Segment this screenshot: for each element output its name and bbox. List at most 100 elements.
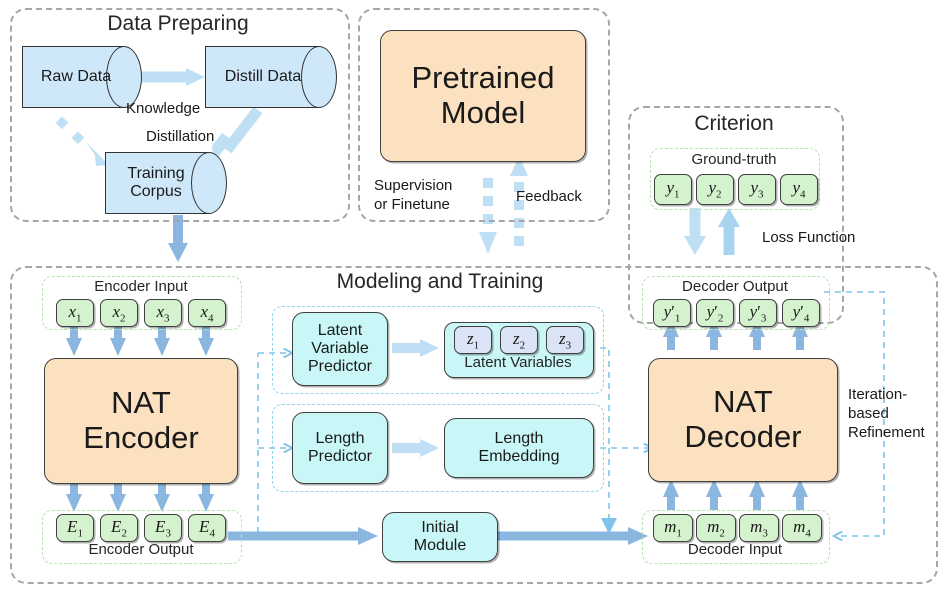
token-sub: 4 (805, 527, 811, 540)
token-encoder-output-4[interactable]: E4 (188, 514, 226, 542)
token-letter: y (708, 178, 717, 198)
length-emb-line2: Embedding (478, 448, 560, 465)
token-letter: E (111, 516, 122, 536)
token-encoder-output-1[interactable]: E1 (56, 514, 94, 542)
label-iteration-refinement: Iteration- based Refinement (848, 386, 925, 442)
latent-variable-predictor-box[interactable]: Latent Variable Predictor (292, 312, 388, 386)
pretrained-model-box[interactable]: Pretrained Model (380, 30, 586, 162)
label-feedback: Feedback (516, 188, 582, 205)
token-sub: 4 (803, 312, 810, 325)
pretrained-line2: Model (440, 95, 526, 130)
group-title-modeling: Modeling and Training (336, 270, 544, 293)
token-groundtruth-3[interactable]: y3 (738, 174, 776, 205)
length-predictor-box[interactable]: Length Predictor (292, 412, 388, 484)
label-decoder-output: Decoder Output (682, 278, 788, 295)
token-decoder-input-2[interactable]: m2 (696, 514, 736, 542)
label-knowledge: Knowledge (126, 100, 201, 117)
token-letter: m (707, 516, 720, 536)
token-latent-2[interactable]: z2 (500, 326, 538, 354)
token-letter: x (200, 301, 209, 321)
cylinder-raw-data[interactable]: Raw Data (22, 46, 142, 108)
label-loss-function: Loss Function (762, 229, 856, 246)
token-letter: E (199, 516, 210, 536)
token-encoder-output-2[interactable]: E2 (100, 514, 138, 542)
length-embedding-box[interactable]: Length Embedding (444, 418, 594, 478)
pretrained-line1: Pretrained (411, 60, 555, 96)
token-sub: 2 (121, 527, 127, 540)
token-sub: 4 (800, 188, 806, 201)
token-latent-3[interactable]: z3 (546, 326, 584, 354)
cylinder-distill-data[interactable]: Distill Data (205, 46, 337, 108)
nat-decoder-line1: NAT (713, 384, 773, 420)
nat-decoder-line2: Decoder (684, 419, 802, 454)
cylinder-label: Raw Data (40, 68, 112, 86)
token-sub: 2 (519, 339, 526, 352)
token-encoder-output-3[interactable]: E3 (144, 514, 182, 542)
group-title-criterion: Criterion (694, 112, 774, 135)
token-decoder-output-4[interactable]: y′4 (782, 299, 820, 327)
label-distillation: Distillation (146, 128, 215, 145)
initial-module-box[interactable]: Initial Module (382, 512, 498, 562)
token-letter: y (750, 178, 759, 198)
token-sub: 4 (208, 312, 214, 325)
token-decoder-input-1[interactable]: m1 (653, 514, 693, 542)
token-letter: z (558, 328, 566, 348)
label-encoder-input: Encoder Input (94, 278, 188, 295)
length-pred-line2: Predictor (307, 448, 373, 465)
token-sub: 1 (77, 527, 83, 540)
refinement-line2: based (848, 404, 889, 422)
token-sub: 3 (164, 312, 170, 325)
initial-line1: Initial (421, 519, 459, 537)
token-groundtruth-2[interactable]: y2 (696, 174, 734, 205)
group-title-data-preparing: Data Preparing (107, 12, 249, 35)
token-decoder-output-1[interactable]: y′1 (653, 299, 691, 327)
cylinder-training-corpus[interactable]: Training Corpus (105, 152, 227, 214)
token-letter: m (793, 516, 806, 536)
token-sub: 1 (676, 527, 682, 540)
token-encoder-input-3[interactable]: x3 (144, 299, 182, 327)
length-emb-line1: Length (494, 430, 544, 448)
corpus-line2: Corpus (130, 183, 182, 200)
token-decoder-output-2[interactable]: y′2 (696, 299, 734, 327)
diagram-canvas: Data Preparing Raw Data Distill Data Tra… (0, 0, 944, 592)
token-sub: 2 (716, 188, 722, 201)
token-letter: E (67, 516, 78, 536)
token-groundtruth-1[interactable]: y1 (654, 174, 692, 205)
token-decoder-input-4[interactable]: m4 (782, 514, 822, 542)
token-sub: 1 (674, 188, 680, 201)
nat-encoder-line2: Encoder (83, 420, 199, 455)
token-sub: 3 (762, 527, 768, 540)
token-sub: 4 (209, 527, 215, 540)
token-encoder-input-4[interactable]: x4 (188, 299, 226, 327)
latent-pred-line1: Latent (317, 322, 363, 340)
token-groundtruth-4[interactable]: y4 (780, 174, 818, 205)
token-sub: 2 (719, 527, 725, 540)
length-pred-line1: Length (315, 430, 365, 448)
token-sub: 3 (165, 527, 171, 540)
nat-encoder-box[interactable]: NAT Encoder (44, 358, 238, 484)
latent-pred-line3: Predictor (307, 357, 373, 375)
label-supervision: Supervision or Finetune (374, 177, 452, 215)
token-sub: 1 (473, 339, 480, 352)
token-encoder-input-2[interactable]: x2 (100, 299, 138, 327)
token-sub: 3 (760, 312, 767, 325)
cylinder-label: Distill Data (224, 68, 302, 86)
token-encoder-input-1[interactable]: x1 (56, 299, 94, 327)
token-latent-1[interactable]: z1 (454, 326, 492, 354)
token-sub: 3 (565, 339, 572, 352)
corpus-line1: Training (127, 165, 185, 183)
refinement-line3: Refinement (848, 423, 925, 441)
token-letter: z (466, 328, 474, 348)
token-decoder-input-3[interactable]: m3 (739, 514, 779, 542)
token-letter: y (792, 178, 801, 198)
refinement-line1: Iteration- (848, 386, 908, 403)
token-decoder-output-3[interactable]: y′3 (739, 299, 777, 327)
label-decoder-input: Decoder Input (687, 541, 783, 558)
nat-decoder-box[interactable]: NAT Decoder (648, 358, 838, 482)
nat-encoder-line1: NAT (111, 385, 171, 421)
token-letter: E (155, 516, 166, 536)
token-sub: 1 (76, 312, 82, 325)
token-letter: m (750, 516, 763, 536)
token-sub: 3 (758, 188, 764, 201)
initial-line2: Module (413, 537, 467, 554)
